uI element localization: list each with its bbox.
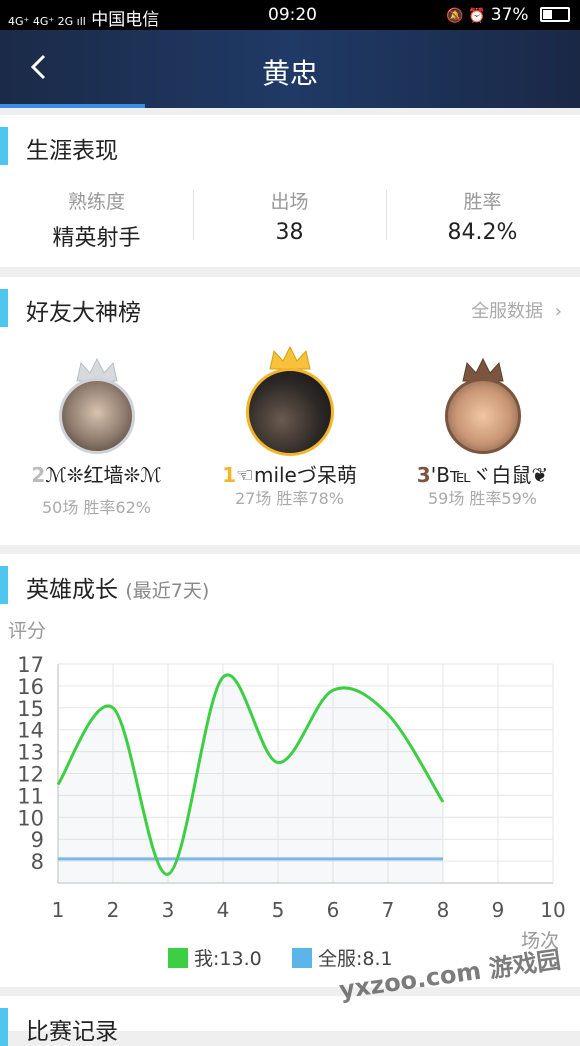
match-record-card: 比赛记录 <box>0 996 580 1031</box>
y-tick-label: 11 <box>17 784 44 808</box>
x-tick-label: 2 <box>107 898 120 922</box>
y-tick-label: 10 <box>17 806 44 830</box>
x-tick-label: 3 <box>162 898 175 922</box>
y-tick-label: 14 <box>17 719 44 743</box>
y-tick-label: 12 <box>17 763 44 787</box>
legend-swatch-all <box>292 948 312 968</box>
section-accent <box>0 1008 8 1046</box>
x-tick-label: 7 <box>382 898 395 922</box>
y-tick-label: 8 <box>31 850 44 874</box>
chart-legend: 我:13.0 <box>168 944 262 971</box>
matches-title: 比赛记录 <box>26 1012 118 1046</box>
x-tick-label: 8 <box>437 898 450 922</box>
legend-me: 我:13.0 <box>194 948 262 970</box>
x-tick-label: 5 <box>272 898 285 922</box>
growth-chart: 评分89101112131415161712345678910场次 <box>0 0 580 987</box>
x-tick-label: 9 <box>492 898 505 922</box>
x-tick-label: 10 <box>540 898 565 922</box>
y-tick-label: 9 <box>31 828 44 852</box>
legend-swatch-me <box>168 948 188 968</box>
y-tick-label: 13 <box>17 741 44 765</box>
y-tick-label: 16 <box>17 675 44 699</box>
series-me-area <box>58 675 443 883</box>
x-tick-label: 1 <box>52 898 65 922</box>
y-tick-label: 15 <box>17 697 44 721</box>
x-tick-label: 4 <box>217 898 230 922</box>
y-axis-label: 评分 <box>8 620 46 642</box>
y-tick-label: 17 <box>17 653 44 677</box>
x-tick-label: 6 <box>327 898 340 922</box>
